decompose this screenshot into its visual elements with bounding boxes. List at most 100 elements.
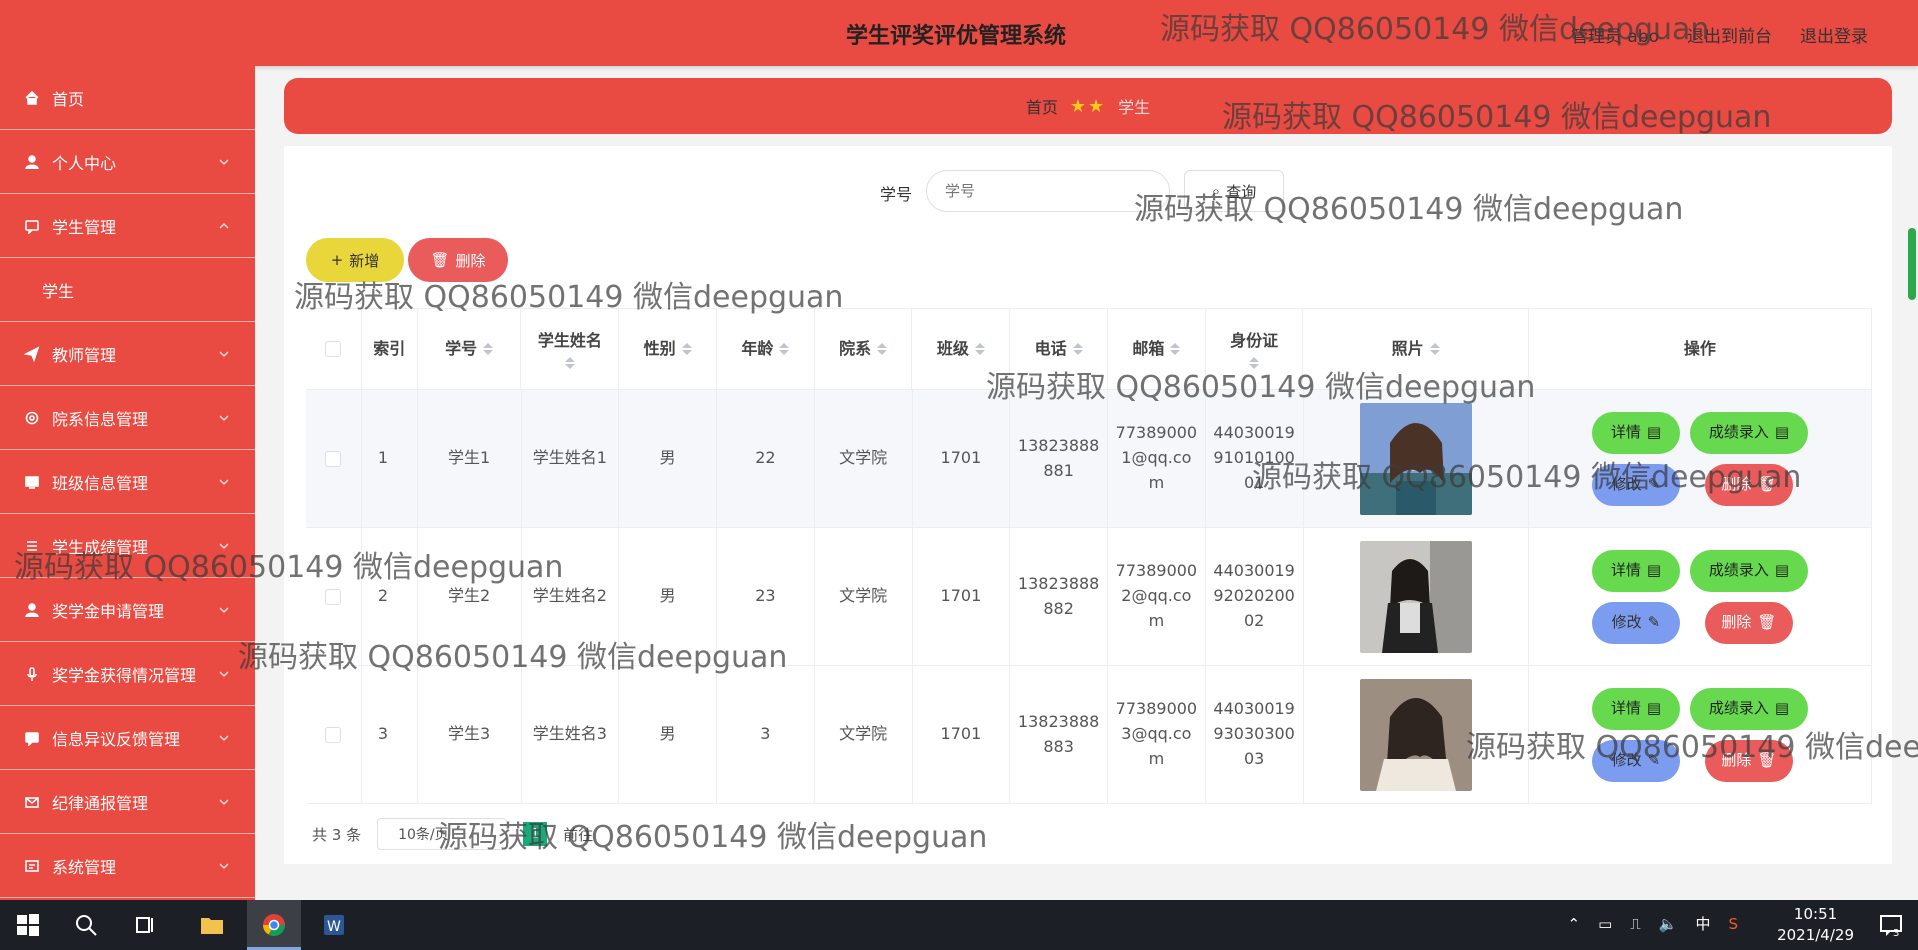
sort-icon[interactable] bbox=[1072, 343, 1083, 355]
row-checkbox[interactable] bbox=[306, 390, 362, 527]
edit-button[interactable]: 修改 ✎ bbox=[1591, 463, 1680, 506]
column-header-sortable[interactable]: 电话 bbox=[1010, 309, 1108, 389]
table-row: 2 学生2 学生姓名2 男 23 文学院 1701 13823888882 77… bbox=[306, 528, 1872, 666]
column-header-sortable[interactable]: 身份证 bbox=[1206, 309, 1304, 389]
windows-start-icon[interactable] bbox=[12, 909, 44, 941]
search-input[interactable] bbox=[926, 170, 1170, 212]
edit-button[interactable]: 修改 ✎ bbox=[1591, 601, 1680, 644]
goto-frontend-link[interactable]: 退出到前台 bbox=[1687, 22, 1772, 47]
grade-entry-button[interactable]: 成绩录入 ▤ bbox=[1689, 687, 1808, 730]
cell-email: 773890003@qq.com bbox=[1108, 666, 1206, 803]
detail-button[interactable]: 详情 ▤ bbox=[1591, 411, 1680, 454]
row-checkbox[interactable] bbox=[306, 666, 362, 803]
delete-button[interactable]: 删除 🗑 bbox=[1704, 601, 1793, 644]
column-header-sortable[interactable]: 照片 bbox=[1303, 309, 1529, 389]
sidebar-item-personal[interactable]: 个人中心 bbox=[0, 130, 255, 194]
sort-icon[interactable] bbox=[877, 343, 888, 355]
word-icon[interactable]: W bbox=[318, 909, 350, 941]
user-icon bbox=[24, 154, 40, 170]
top-header: 学生评奖评优管理系统 管理员 abo 退出到前台 退出登录 bbox=[0, 0, 1918, 66]
sort-icon[interactable] bbox=[564, 357, 575, 370]
cell-id-card: 440300199303030003 bbox=[1206, 666, 1304, 803]
column-header-sortable[interactable]: 邮箱 bbox=[1108, 309, 1206, 389]
page-size-select[interactable]: 10条/页 bbox=[377, 818, 508, 850]
task-view-icon[interactable] bbox=[130, 909, 162, 941]
list-icon bbox=[24, 538, 40, 554]
vertical-scrollbar[interactable] bbox=[1908, 228, 1916, 300]
column-header-sortable[interactable]: 学生姓名 bbox=[521, 309, 620, 389]
sidebar-item-label: 学生成绩管理 bbox=[52, 537, 149, 557]
cell-gender: 男 bbox=[619, 390, 718, 527]
cell-actions: 详情 ▤ 成绩录入 ▤ 修改 ✎ 删除 🗑 bbox=[1529, 666, 1872, 803]
cell-phone: 13823888881 bbox=[1010, 390, 1109, 527]
search-icon[interactable] bbox=[70, 909, 102, 941]
row-checkbox[interactable] bbox=[306, 528, 362, 665]
sidebar-item-department-mgmt[interactable]: 院系信息管理 bbox=[0, 386, 255, 450]
system-icon bbox=[24, 858, 40, 874]
column-header-sortable[interactable]: 性别 bbox=[619, 309, 717, 389]
sidebar-item-teacher-mgmt[interactable]: 教师管理 bbox=[0, 322, 255, 386]
sort-icon[interactable] bbox=[1429, 343, 1440, 355]
sort-icon[interactable] bbox=[681, 343, 692, 355]
add-button-label: 新增 bbox=[349, 251, 380, 270]
sidebar-item-feedback-mgmt[interactable]: 信息异议反馈管理 bbox=[0, 706, 255, 770]
grade-entry-button[interactable]: 成绩录入 ▤ bbox=[1689, 411, 1808, 454]
student-photo bbox=[1359, 678, 1472, 791]
column-header-sortable[interactable]: 班级 bbox=[912, 309, 1011, 389]
sidebar-item-discipline-mgmt[interactable]: 纪律通报管理 bbox=[0, 770, 255, 834]
input-method-icon[interactable]: S bbox=[1728, 915, 1738, 933]
app-window: 学生评奖评优管理系统 管理员 abo 退出到前台 退出登录 首页 个人中心 学生… bbox=[0, 0, 1918, 950]
edit-button[interactable]: 修改 ✎ bbox=[1591, 739, 1680, 782]
home-icon bbox=[24, 90, 40, 106]
sort-icon[interactable] bbox=[1249, 357, 1260, 370]
volume-icon[interactable]: 🔈 bbox=[1659, 915, 1678, 933]
grade-entry-button[interactable]: 成绩录入 ▤ bbox=[1689, 549, 1808, 592]
trash-icon: 🗑 bbox=[430, 251, 450, 269]
sidebar-item-system-mgmt[interactable]: 系统管理 bbox=[0, 834, 255, 898]
sidebar-item-class-mgmt[interactable]: 班级信息管理 bbox=[0, 450, 255, 514]
sidebar-item-home[interactable]: 首页 bbox=[0, 66, 255, 130]
detail-button[interactable]: 详情 ▤ bbox=[1591, 549, 1680, 592]
select-all-checkbox[interactable] bbox=[306, 309, 362, 389]
sidebar-item-label: 院系信息管理 bbox=[52, 409, 149, 429]
main-panel: 学号 ⌕ 查询 + 新增 🗑 删除 索引 学号 学生姓名 性别 年龄 院系 班级 bbox=[284, 146, 1892, 864]
plus-icon: + bbox=[330, 251, 344, 269]
chevron-up-icon[interactable]: ⌃ bbox=[1567, 915, 1580, 933]
breadcrumb-home-link[interactable]: 首页 bbox=[1026, 94, 1058, 118]
ime-indicator[interactable]: 中 bbox=[1695, 913, 1710, 934]
column-header-sortable[interactable]: 院系 bbox=[815, 309, 913, 389]
current-page[interactable]: 1 bbox=[523, 822, 548, 846]
sidebar-item-label: 教师管理 bbox=[52, 345, 117, 365]
delete-button[interactable]: 删除 🗑 bbox=[1704, 739, 1793, 782]
batch-delete-button[interactable]: 🗑 删除 bbox=[408, 238, 508, 282]
network-icon[interactable]: ⎍ bbox=[1630, 915, 1641, 933]
sidebar-subitem-student[interactable]: 学生 bbox=[0, 258, 255, 322]
sort-icon[interactable] bbox=[483, 343, 494, 355]
detail-button[interactable]: 详情 ▤ bbox=[1591, 687, 1680, 730]
sidebar-item-label: 学生 bbox=[42, 281, 75, 301]
notification-icon[interactable]: 3 bbox=[1878, 912, 1904, 939]
cell-age: 3 bbox=[717, 666, 815, 803]
chrome-icon[interactable] bbox=[258, 909, 290, 941]
sidebar-item-student-mgmt[interactable]: 学生管理 bbox=[0, 194, 255, 258]
sort-icon[interactable] bbox=[1170, 343, 1181, 355]
chevron-up-icon bbox=[217, 218, 231, 232]
sidebar-item-grades-mgmt[interactable]: 学生成绩管理 bbox=[0, 514, 255, 578]
microphone-icon bbox=[24, 666, 40, 682]
logout-link[interactable]: 退出登录 bbox=[1800, 22, 1868, 47]
document-icon: ▤ bbox=[1774, 698, 1790, 717]
search-button[interactable]: ⌕ 查询 bbox=[1184, 170, 1284, 212]
sidebar-item-scholarship-apply[interactable]: 奖学金申请管理 bbox=[0, 578, 255, 642]
delete-button[interactable]: 删除 🗑 bbox=[1704, 463, 1793, 506]
battery-icon[interactable]: ▭ bbox=[1598, 915, 1612, 933]
sort-icon[interactable] bbox=[779, 343, 790, 355]
column-header-sortable[interactable]: 学号 bbox=[418, 309, 522, 389]
taskbar-clock[interactable]: 10:51 2021/4/29 bbox=[1777, 904, 1854, 946]
file-explorer-icon[interactable] bbox=[196, 909, 228, 941]
add-button[interactable]: + 新增 bbox=[306, 238, 404, 282]
cell-student-name: 学生姓名3 bbox=[522, 666, 620, 803]
sidebar-item-scholarship-awards[interactable]: 奖学金获得情况管理 bbox=[0, 642, 255, 706]
sort-icon[interactable] bbox=[974, 343, 985, 355]
sidebar-item-label: 个人中心 bbox=[52, 153, 117, 173]
column-header-sortable[interactable]: 年龄 bbox=[717, 309, 815, 389]
